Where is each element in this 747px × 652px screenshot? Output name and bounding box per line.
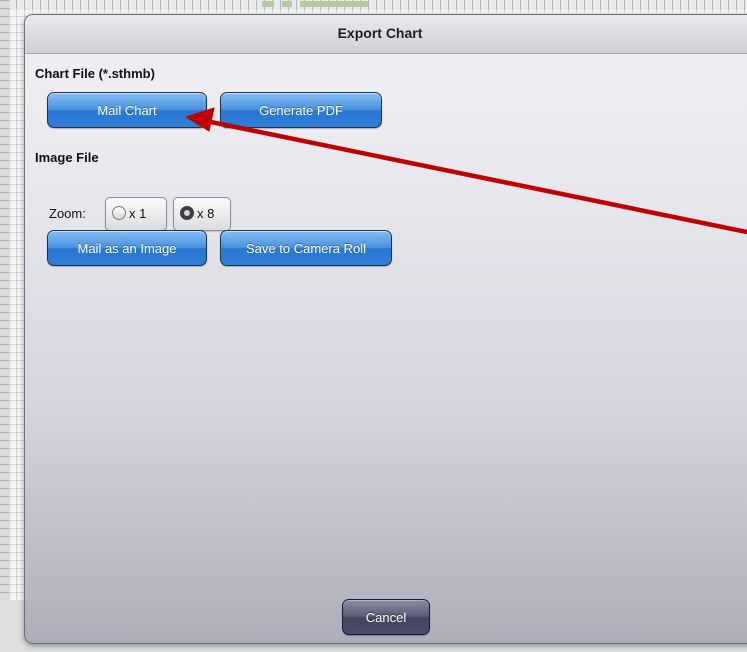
dialog-title: Export Chart <box>337 25 423 41</box>
zoom-option-x8-label: x 8 <box>197 206 215 221</box>
mail-chart-button[interactable]: Mail Chart <box>47 92 207 128</box>
cancel-button[interactable]: Cancel <box>342 599 430 635</box>
save-to-camera-roll-button[interactable]: Save to Camera Roll <box>220 230 392 266</box>
zoom-option-x1[interactable]: x 1 <box>105 197 167 231</box>
zoom-option-x8[interactable]: x 8 <box>173 197 231 231</box>
image-file-section-label: Image File <box>35 150 99 165</box>
background-grid-left-column <box>0 0 10 652</box>
background-chart-marks <box>262 0 368 8</box>
zoom-label: Zoom: <box>49 206 86 221</box>
dialog-title-bar: Export Chart <box>25 15 747 54</box>
export-chart-dialog: Export Chart Chart File (*.sthmb) Mail C… <box>24 14 747 644</box>
mail-as-image-button[interactable]: Mail as an Image <box>47 230 207 266</box>
radio-unselected-icon <box>112 206 126 220</box>
zoom-option-x1-label: x 1 <box>129 206 147 221</box>
chart-file-section-label: Chart File (*.sthmb) <box>35 66 155 81</box>
background-grid-top-strip <box>0 0 747 10</box>
generate-pdf-button[interactable]: Generate PDF <box>220 92 382 128</box>
radio-selected-icon <box>180 206 194 220</box>
